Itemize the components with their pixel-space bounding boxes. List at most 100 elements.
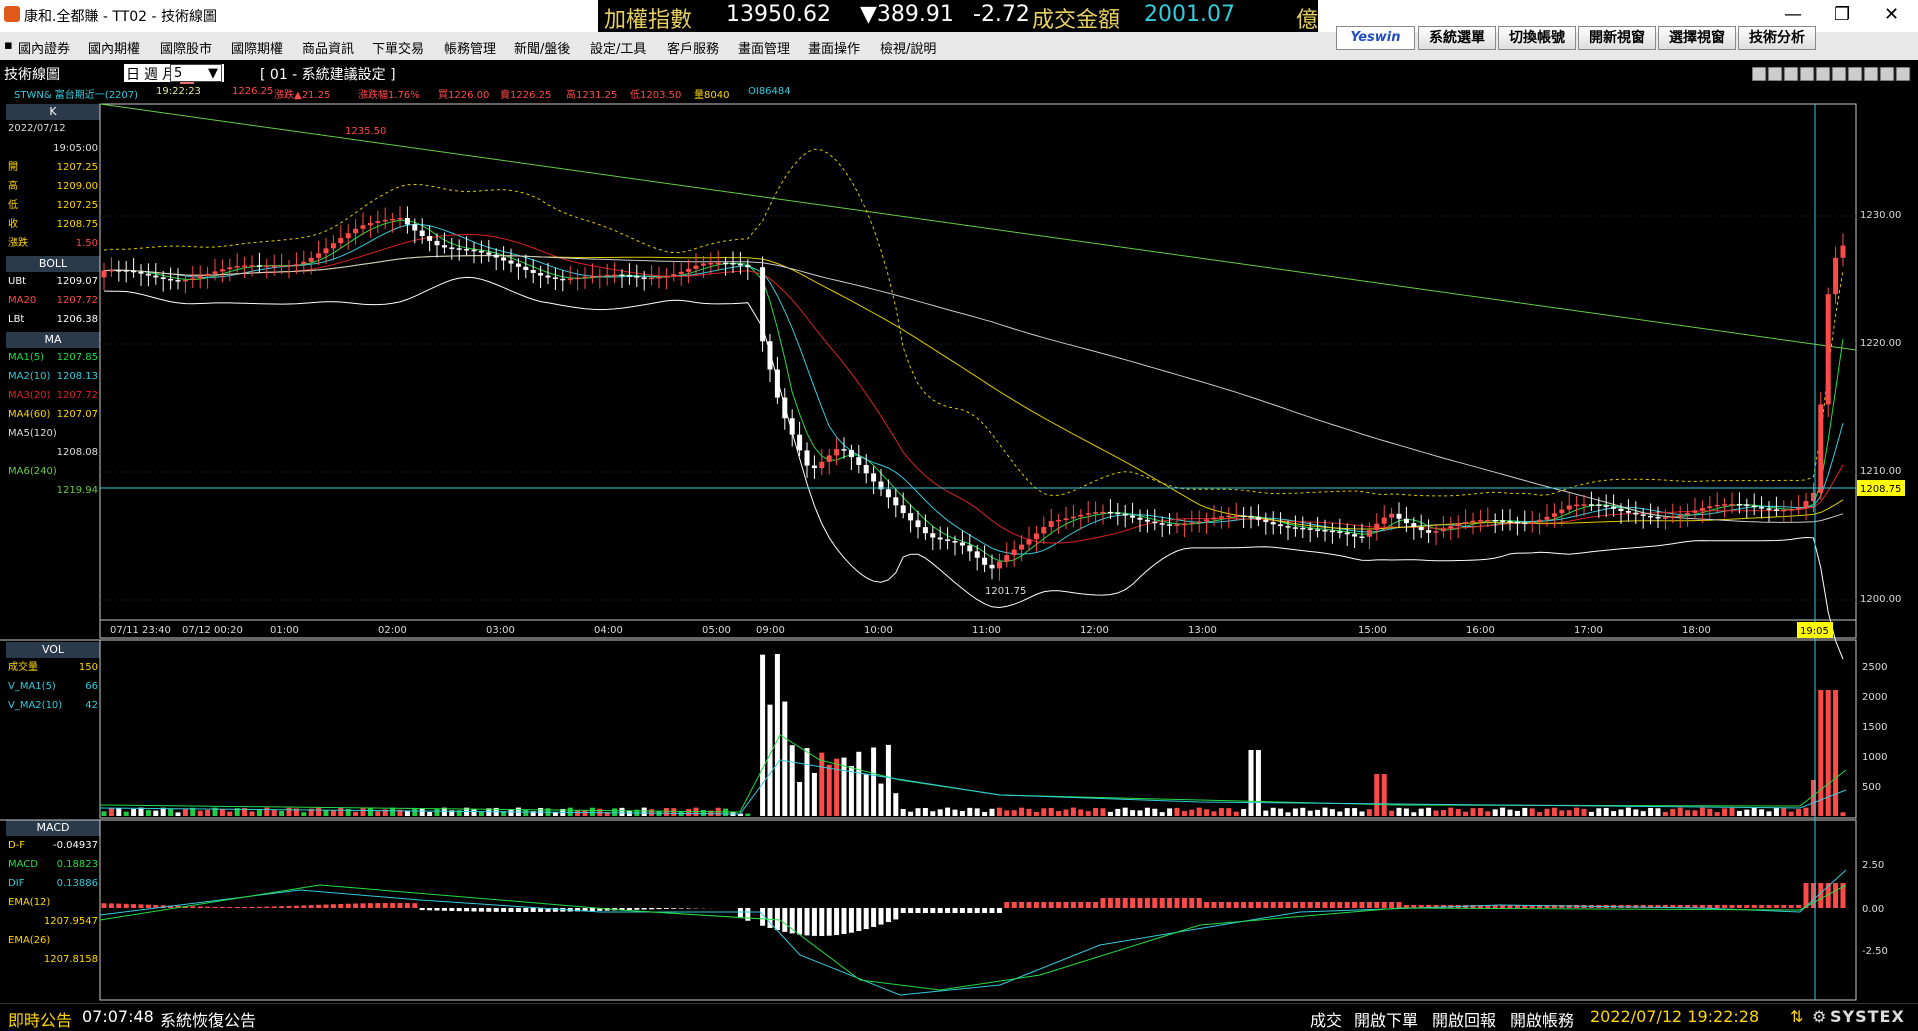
candle-body: [516, 264, 521, 267]
candle-body: [1189, 523, 1194, 525]
macd-bar: [479, 908, 484, 912]
time-tick: 07/12 00:20: [182, 625, 243, 636]
candle-body: [1670, 516, 1675, 518]
candle-body: [1493, 520, 1498, 522]
candle-body: [1441, 529, 1446, 532]
candle-body: [1093, 512, 1098, 514]
candle-body: [501, 258, 506, 261]
candle-body: [901, 505, 906, 513]
candle-body: [797, 435, 802, 451]
candle-body: [620, 275, 625, 277]
announcement-label[interactable]: 即時公告: [8, 1007, 72, 1031]
price-tick: 1230.00: [1860, 210, 1901, 221]
volume-bar: [1552, 808, 1557, 816]
volume-bar: [805, 748, 810, 816]
volume-bar: [930, 811, 935, 816]
candle-body: [590, 276, 595, 278]
candle-body: [1271, 522, 1276, 524]
macd-bar: [782, 908, 787, 932]
volume-bar: [1226, 808, 1231, 816]
volume-bar: [227, 812, 232, 816]
open-order-button[interactable]: 開啟下單: [1354, 1007, 1418, 1031]
chart-canvas[interactable]: 1208.75 1230.00 1220.00 1210.00 1200.00 …: [0, 0, 1918, 1003]
candle-body: [1633, 513, 1638, 515]
candle-body: [1841, 246, 1846, 258]
volume-bar: [1626, 808, 1631, 816]
volume-bar: [316, 808, 321, 816]
volume-bar: [1693, 810, 1698, 816]
macd-bar: [1019, 902, 1024, 908]
macd-tick: -2.50: [1862, 946, 1888, 957]
high-annotation: 1235.50: [345, 126, 386, 137]
volume-bar: [975, 808, 980, 816]
macd-bar: [1337, 902, 1342, 908]
candle-body: [1693, 510, 1698, 512]
macd-bar: [420, 908, 425, 910]
macd-bar: [1115, 898, 1120, 908]
candle-body: [1263, 520, 1268, 522]
volume-bar: [1707, 809, 1712, 816]
open-account-button[interactable]: 開啟帳務: [1510, 1007, 1574, 1031]
candle-body: [1145, 520, 1150, 522]
volume-bar: [1123, 808, 1128, 816]
volume-bar: [1389, 811, 1394, 816]
candle-body: [1530, 522, 1535, 524]
trades-button[interactable]: 成交: [1310, 1007, 1342, 1031]
macd-bar: [1293, 902, 1298, 908]
volume-bar: [901, 809, 906, 816]
candle-body: [1049, 521, 1054, 527]
candle-body: [1426, 530, 1431, 533]
settings-icon[interactable]: ⚙: [1812, 1007, 1826, 1026]
current-price-text: 1208.75: [1860, 484, 1901, 495]
candle-body: [486, 252, 491, 254]
candle-body: [1796, 508, 1801, 510]
macd-bar: [412, 903, 417, 908]
volume-bar: [1478, 808, 1483, 816]
macd-bar: [472, 908, 477, 911]
candle-body: [190, 278, 195, 280]
volume-bar: [686, 809, 691, 816]
volume-bar: [997, 808, 1002, 816]
volume-bar: [368, 808, 373, 816]
volume-bar: [790, 745, 795, 816]
volume-bar: [523, 809, 528, 816]
candle-body: [679, 272, 684, 274]
volume-bar: [102, 811, 107, 816]
volume-bar: [856, 752, 861, 816]
candle-body: [1833, 258, 1838, 294]
candle-body: [568, 279, 573, 281]
volume-bar: [287, 808, 292, 816]
candle-body: [782, 398, 787, 419]
candle-body: [1545, 517, 1550, 520]
candle-body: [864, 465, 869, 473]
macd-bar: [1774, 905, 1779, 908]
volume-bar: [1093, 808, 1098, 816]
volume-bar: [575, 810, 580, 816]
macd-bar: [1722, 905, 1727, 908]
candle-body: [1456, 524, 1461, 526]
candle-body: [834, 449, 839, 455]
candle-body: [1559, 510, 1564, 514]
macd-bar: [1041, 902, 1046, 908]
macd-bar: [893, 908, 898, 919]
candle-body: [938, 538, 943, 540]
volume-bar: [1737, 811, 1742, 816]
candle-body: [405, 218, 410, 224]
candle-body: [745, 265, 750, 267]
announcement-message[interactable]: 系統恢復公告: [160, 1007, 256, 1031]
candle-body: [1752, 506, 1757, 508]
macd-bar: [1781, 905, 1786, 908]
candle-body: [449, 247, 454, 249]
volume-bar: [1115, 809, 1120, 816]
macd-bar: [1345, 902, 1350, 908]
open-report-button[interactable]: 開啟回報: [1432, 1007, 1496, 1031]
candle-body: [1197, 521, 1202, 523]
candle-body: [412, 224, 417, 230]
candle-body: [1596, 504, 1601, 506]
candle-body: [1323, 530, 1328, 532]
volume-bar: [1300, 808, 1305, 816]
macd-bar: [797, 908, 802, 935]
macd-bar: [294, 906, 299, 908]
candle-body: [109, 270, 114, 272]
macd-bar: [1397, 902, 1402, 908]
